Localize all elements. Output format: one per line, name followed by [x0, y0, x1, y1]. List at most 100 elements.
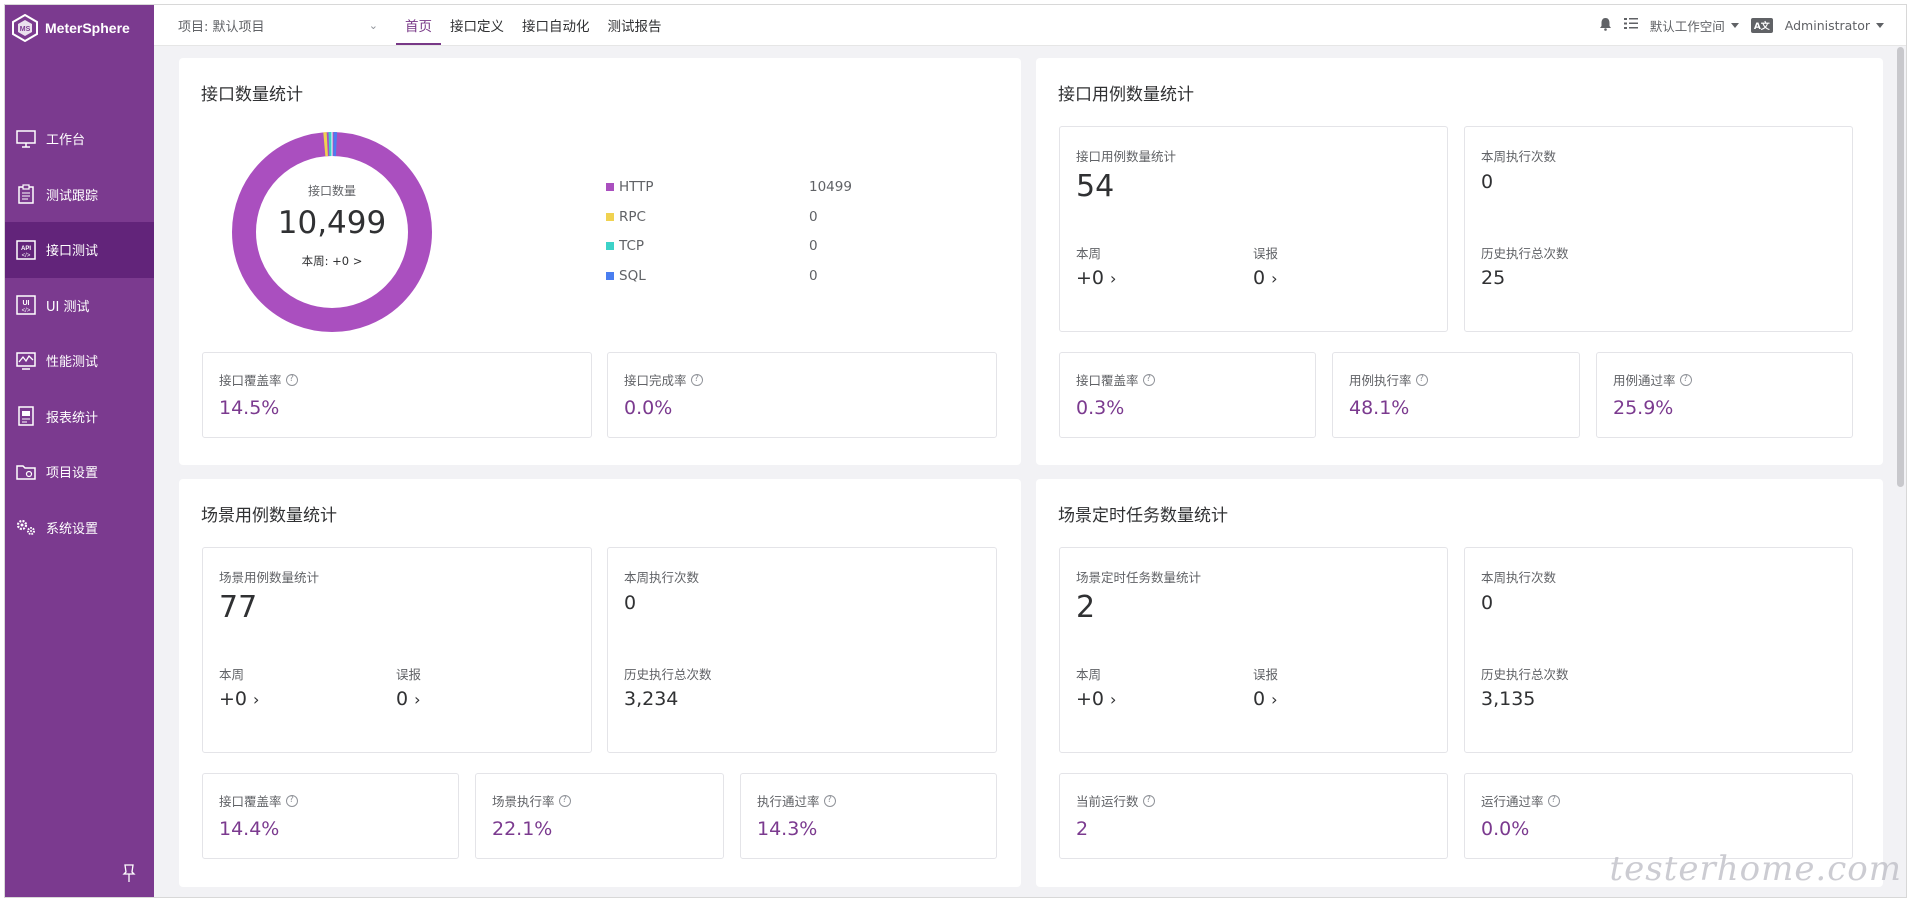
misreport-link[interactable]: 0 › — [396, 688, 421, 710]
sidebar-item-performance-test[interactable]: 性能测试 — [5, 333, 154, 389]
bell-icon[interactable] — [1599, 17, 1612, 34]
svg-text:</>: </> — [22, 308, 31, 314]
exec-week-label: 本周执行次数 — [1481, 570, 1557, 585]
help-icon[interactable]: ? — [1142, 794, 1155, 807]
help-icon[interactable]: ? — [1679, 373, 1692, 386]
project-selector[interactable]: 项目: 默认项目 ⌄ — [178, 16, 378, 35]
legend-count: 0 — [809, 238, 818, 254]
api-completion-card: 接口完成率? 0.0% — [607, 352, 997, 438]
donut-center: 接口数量 10,499 本周: +0 > — [262, 182, 402, 269]
caret-down-icon — [1876, 22, 1884, 28]
misreport-label: 误报 — [396, 667, 422, 682]
chevron-right-icon: › — [414, 689, 421, 709]
top-menu: 首页 接口定义 接口自动化 测试报告 — [396, 5, 671, 45]
scenario-count-panel: 场景用例数量统计 场景用例数量统计 77 本周 +0 › 误报 0 › 本周执行次数… — [179, 479, 1021, 887]
legend-rpc[interactable]: RPC — [606, 209, 646, 225]
header-right: 默认工作空间 A文 Administrator — [1599, 16, 1906, 35]
tab-home[interactable]: 首页 — [396, 5, 441, 45]
tab-api-automation[interactable]: 接口自动化 — [513, 5, 599, 45]
sidebar-item-ui-test[interactable]: UI </> UI 测试 — [5, 278, 154, 334]
workspace-selector[interactable]: 默认工作空间 — [1650, 16, 1739, 35]
help-icon[interactable]: ? — [558, 794, 571, 807]
exec-rate-label: 用例执行率? — [1349, 370, 1428, 389]
sidebar-item-test-track[interactable]: 测试跟踪 — [5, 167, 154, 223]
clipboard-icon — [15, 183, 37, 205]
help-icon[interactable]: ? — [285, 794, 298, 807]
tab-api-definition[interactable]: 接口定义 — [441, 5, 513, 45]
legend-label: SQL — [619, 268, 646, 284]
week-link[interactable]: +0 › — [1076, 267, 1116, 289]
exec-total-value: 25 — [1481, 267, 1506, 289]
schedule-running-card: 当前运行数? 2 — [1059, 773, 1448, 859]
scrollbar[interactable] — [1897, 47, 1904, 487]
legend-count: 10499 — [809, 179, 852, 195]
user-menu[interactable]: Administrator — [1785, 18, 1884, 33]
misreport-link[interactable]: 0 › — [1253, 267, 1278, 289]
help-icon[interactable]: ? — [690, 373, 703, 386]
help-icon[interactable]: ? — [1415, 373, 1428, 386]
help-icon[interactable]: ? — [823, 794, 836, 807]
stat-value: 77 — [219, 590, 258, 625]
svg-text:UI: UI — [23, 300, 30, 307]
sidebar-item-system-settings[interactable]: 系统设置 — [5, 500, 154, 556]
week-link[interactable]: +0 › — [219, 688, 259, 710]
week-link[interactable]: +0 › — [1076, 688, 1116, 710]
schedule-exec-card: 本周执行次数 0 历史执行总次数 3,135 — [1464, 547, 1853, 753]
api-total: 10,499 — [277, 205, 387, 241]
exec-total-value: 3,234 — [624, 688, 679, 710]
chevron-right-icon: › — [1110, 689, 1117, 709]
api-coverage-label: 接口覆盖率? — [219, 370, 298, 389]
misreport-link[interactable]: 0 › — [1253, 688, 1278, 710]
sidebar-item-workbench[interactable]: 工作台 — [5, 111, 154, 167]
running-value: 2 — [1076, 818, 1089, 840]
api-coverage-value: 14.5% — [219, 397, 280, 419]
task-list-icon[interactable] — [1623, 17, 1638, 33]
logo[interactable]: MS MeterSphere — [5, 5, 154, 51]
ui-icon: UI </> — [15, 294, 37, 316]
sidebar-nav: 工作台 测试跟踪 API </> 接口测试 UI </> UI 测试 性能测试 … — [5, 111, 154, 555]
chevron-right-icon: › — [1271, 268, 1278, 288]
sidebar-item-label: 工作台 — [46, 133, 86, 149]
sidebar-item-label: 系统设置 — [46, 521, 99, 537]
legend-count: 0 — [809, 209, 818, 225]
performance-icon — [15, 350, 37, 372]
exec-week-label: 本周执行次数 — [1481, 149, 1557, 164]
case-stat-card: 接口用例数量统计 54 本周 +0 › 误报 0 › — [1059, 126, 1448, 332]
scenario-exec-card: 本周执行次数 0 历史执行总次数 3,234 — [607, 547, 997, 753]
coverage-value: 14.4% — [219, 818, 280, 840]
help-icon[interactable]: ? — [1547, 794, 1560, 807]
case-exec-rate-card: 用例执行率? 48.1% — [1332, 352, 1580, 438]
tab-test-report[interactable]: 测试报告 — [599, 5, 671, 45]
stat-label: 接口用例数量统计 — [1076, 149, 1177, 164]
pass-rate-label: 执行通过率? — [757, 791, 836, 810]
top-header: 项目: 默认项目 ⌄ 首页 接口定义 接口自动化 测试报告 默认工作空间 A文 … — [154, 5, 1906, 46]
sidebar-item-api-test[interactable]: API </> 接口测试 — [5, 222, 154, 278]
legend-tcp[interactable]: TCP — [606, 238, 644, 254]
week-label: 本周 — [219, 667, 245, 682]
api-icon: API </> — [15, 239, 37, 261]
scenario-stat-card: 场景用例数量统计 77 本周 +0 › 误报 0 › — [202, 547, 592, 753]
help-icon[interactable]: ? — [1142, 373, 1155, 386]
chevron-down-icon: ⌄ — [368, 18, 378, 32]
pin-icon[interactable] — [121, 863, 137, 883]
week-link[interactable]: 本周: +0 > — [262, 253, 402, 269]
legend-swatch — [606, 183, 614, 191]
sidebar-item-project-settings[interactable]: 项目设置 — [5, 444, 154, 500]
legend-http[interactable]: HTTP — [606, 179, 654, 195]
app-window: MS MeterSphere 工作台 测试跟踪 API </> 接口测试 UI … — [4, 4, 1907, 898]
exec-rate-value: 22.1% — [492, 818, 553, 840]
scenario-coverage-card: 接口覆盖率? 14.4% — [202, 773, 459, 859]
scenario-pass-rate-card: 执行通过率? 14.3% — [740, 773, 997, 859]
sidebar-item-label: 报表统计 — [46, 410, 99, 426]
case-pass-rate-card: 用例通过率? 25.9% — [1596, 352, 1853, 438]
running-label: 当前运行数? — [1076, 791, 1155, 810]
legend-sql[interactable]: SQL — [606, 268, 646, 284]
exec-rate-value: 48.1% — [1349, 397, 1410, 419]
sidebar-item-label: 性能测试 — [46, 355, 99, 371]
stat-value: 54 — [1076, 169, 1115, 204]
stat-label: 场景用例数量统计 — [219, 570, 320, 585]
sidebar-item-report[interactable]: 报表统计 — [5, 389, 154, 445]
donut-center-label: 接口数量 — [307, 184, 356, 198]
language-icon[interactable]: A文 — [1750, 17, 1773, 33]
help-icon[interactable]: ? — [285, 373, 298, 386]
